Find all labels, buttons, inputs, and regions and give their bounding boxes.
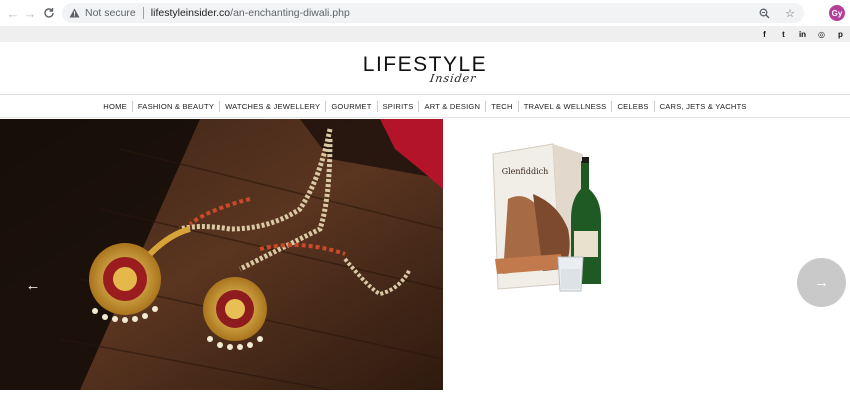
menu-item-art-design[interactable]: ART & DESIGN	[419, 100, 487, 112]
main-menu: HOME FASHION & BEAUTY WATCHES & JEWELLER…	[0, 94, 850, 118]
facebook-icon[interactable]: f	[759, 28, 770, 40]
menu-item-fashion-beauty[interactable]: FASHION & BEAUTY	[133, 100, 221, 112]
menu-item-gourmet[interactable]: GOURMET	[326, 100, 378, 112]
jewellery-slide-image[interactable]	[0, 119, 443, 390]
browser-toolbar: ← → Not secure lifestyleinsider.co/an-en…	[0, 0, 850, 26]
slider-prev-arrow[interactable]: ←	[22, 274, 44, 296]
warning-icon	[68, 7, 80, 19]
jewellery-photo	[0, 119, 443, 390]
social-bar: f t in ◎ p	[0, 26, 850, 42]
menu-item-spirits[interactable]: SPIRITS	[378, 100, 420, 112]
box-brand-label: Glenfiddich	[502, 167, 549, 176]
linkedin-icon[interactable]: in	[797, 28, 808, 40]
url-host: lifestyleinsider.co	[150, 7, 231, 19]
menu-item-travel-wellness[interactable]: TRAVEL & WELLNESS	[519, 100, 613, 112]
bookmark-star-icon[interactable]: ☆	[782, 5, 798, 21]
logo-main-text: LIFESTYLE	[362, 53, 488, 76]
menu-item-cars-jets-yachts[interactable]: CARS, JETS & YACHTS	[655, 101, 752, 112]
separator	[142, 7, 144, 19]
menu-item-home[interactable]: HOME	[98, 100, 133, 112]
url-path: /an-enchanting-diwali.php	[230, 7, 350, 19]
reload-icon[interactable]	[39, 3, 59, 23]
zoom-icon[interactable]	[756, 5, 772, 21]
logo-sub-text: Insider	[429, 72, 478, 85]
social-icons: f t in ◎ p	[759, 28, 846, 40]
twitter-icon[interactable]: t	[778, 28, 789, 40]
whisky-gift-box: Glenfiddich	[492, 143, 601, 292]
instagram-icon[interactable]: ◎	[816, 28, 827, 40]
site-logo[interactable]: LIFESTYLE Insider	[0, 42, 850, 94]
menu-item-celebs[interactable]: CELEBS	[612, 100, 655, 112]
menu-item-tech[interactable]: TECH	[486, 100, 519, 112]
security-label[interactable]: Not secure	[85, 7, 136, 19]
hero-slider: ← Glenfiddich →	[0, 119, 850, 390]
address-bar[interactable]: Not secure lifestyleinsider.co/an-enchan…	[62, 3, 804, 23]
forward-icon[interactable]: →	[20, 3, 40, 23]
product-slide-image[interactable]: Glenfiddich	[443, 119, 850, 390]
slider-next-arrow[interactable]: →	[797, 258, 846, 307]
profile-avatar[interactable]: Gy	[829, 5, 845, 21]
pinterest-icon[interactable]: p	[835, 28, 846, 40]
menu-item-watches-jewellery[interactable]: WATCHES & JEWELLERY	[220, 100, 327, 112]
